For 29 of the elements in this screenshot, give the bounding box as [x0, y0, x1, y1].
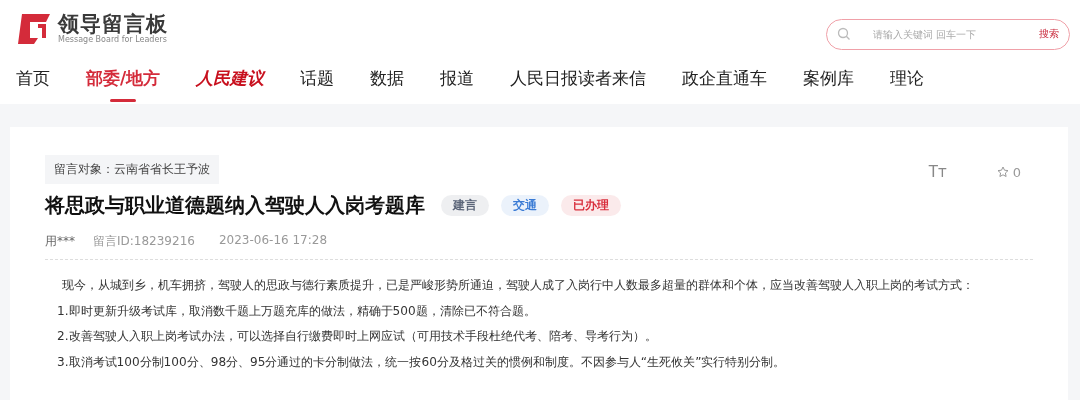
message-paragraph: 2.改善驾驶人入职上岗考试办法，可以选择自行缴费即时上网应试（可用技术手段杜绝代考、陪考、导考行为）。	[57, 328, 658, 345]
message-title: 将思政与职业道德题纳入驾驶人入岗考题库	[45, 192, 425, 219]
recipient-label: 留言对象：云南省省长王予波	[45, 155, 219, 184]
nav-tab[interactable]: 首页	[16, 67, 50, 104]
star-icon	[996, 166, 1009, 178]
logo-subtitle: Message Board for Leaders	[58, 35, 168, 45]
nav-tab[interactable]: 部委/地方	[86, 67, 161, 104]
nav-tab[interactable]: 报道	[440, 67, 475, 104]
nav-tab[interactable]: 理论	[890, 67, 925, 104]
search-icon	[837, 27, 851, 41]
nav-tab[interactable]: 案例库	[803, 67, 855, 104]
nav-tab[interactable]: 政企直通车	[682, 67, 768, 104]
search-button[interactable]: 搜索	[1039, 27, 1059, 41]
nav-tab[interactable]: 数据	[370, 67, 405, 104]
tag: 交通	[501, 195, 549, 216]
message-paragraph: 现今，从城到乡，机车拥挤，驾驶人的思政与德行素质提升，已是严峻形势所通迫，驾驶人成了入岗行中人数最多超量的群体和个体，应当改善驾驶人入职上岗的考试方式：	[61, 277, 975, 294]
tag: 已办理	[561, 195, 621, 216]
tag: 建言	[441, 195, 489, 216]
nav-tab[interactable]: 话题	[300, 67, 335, 104]
logo-icon	[16, 12, 52, 46]
message-id: 留言ID:18239216	[93, 233, 195, 250]
nav-tab[interactable]: 人民日报读者来信	[510, 67, 647, 104]
logo-title: 领导留言板	[58, 13, 168, 35]
message-paragraph: 1.即时更新升级考试库，取消数千题上万题充库的做法，精确于500题，清除已不符合题。	[57, 302, 537, 320]
nav-tab[interactable]: 人民建议	[196, 67, 265, 104]
message-date: 2023-06-16 17:28	[218, 233, 328, 249]
font-size-button[interactable]: Tт	[928, 163, 947, 181]
author-name: 用***	[45, 233, 75, 250]
message-paragraph: 3.取消考试100分制100分、98分、95分通过的卡分制做法，统一按60分及格过关的惯例和制度。不因参与人“生死攸关”实行特别分制。	[57, 353, 787, 371]
